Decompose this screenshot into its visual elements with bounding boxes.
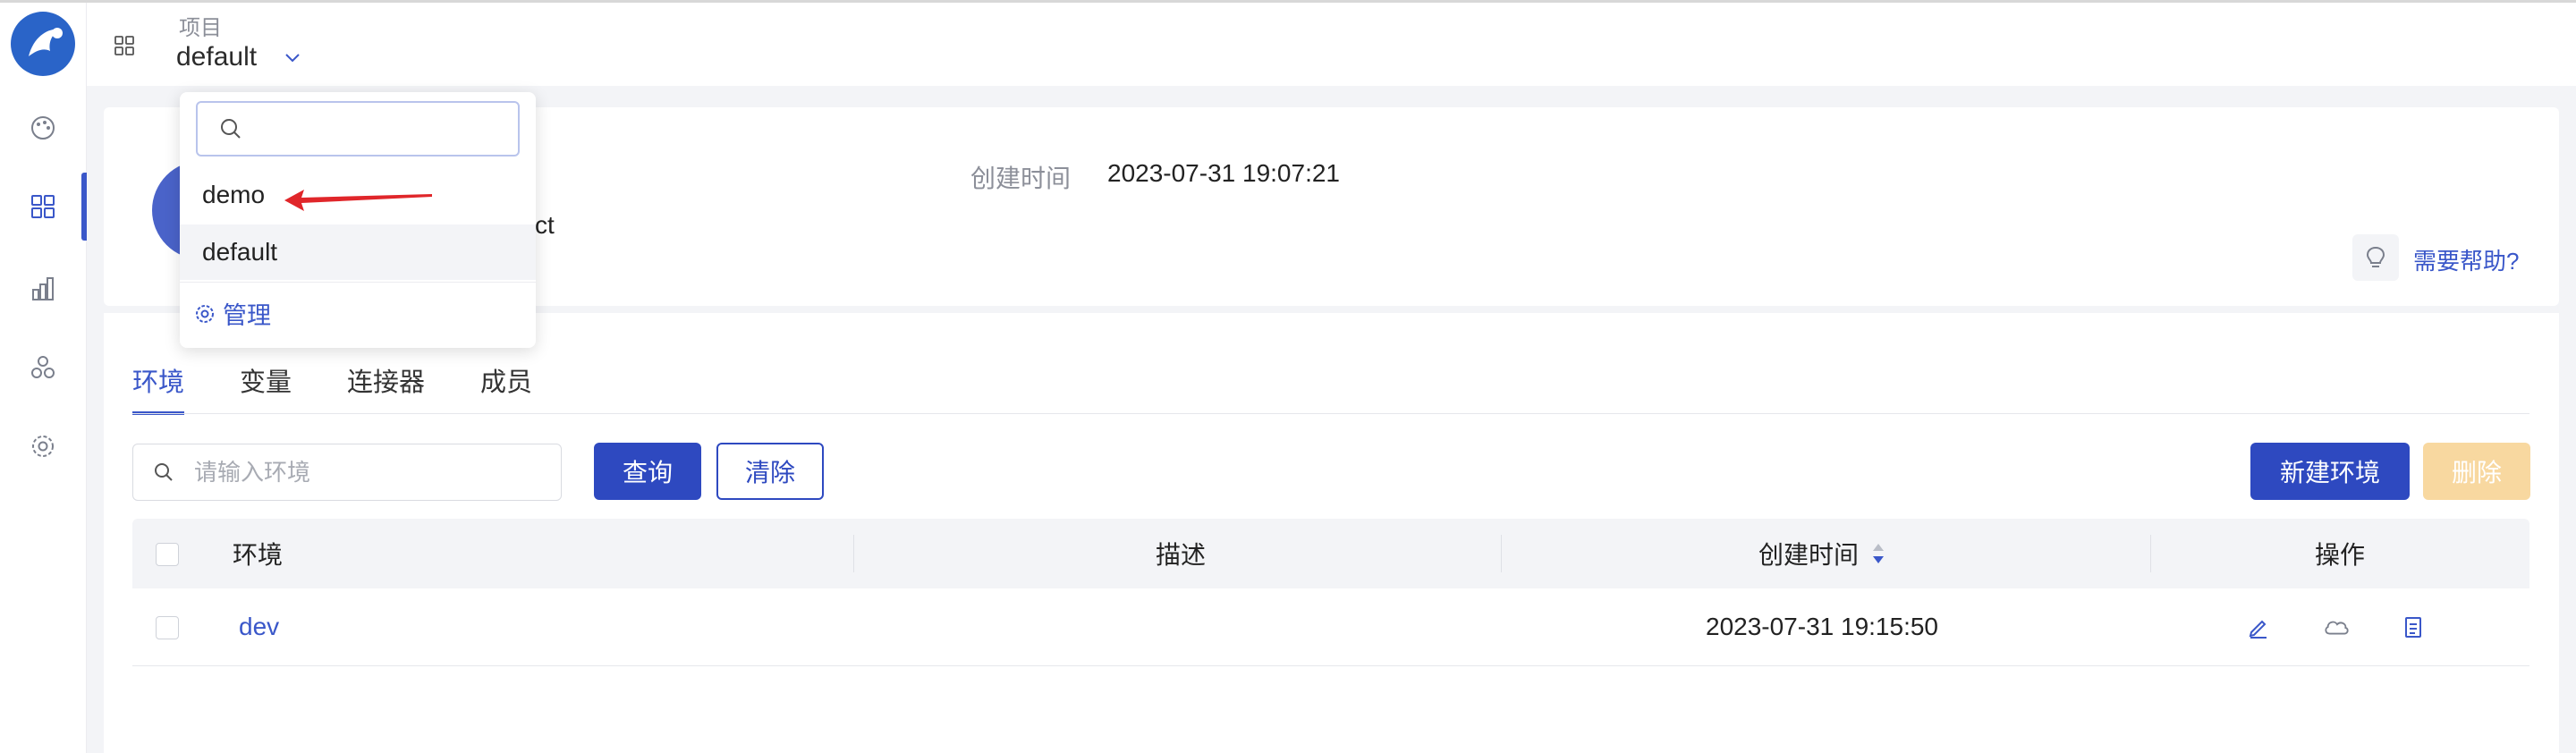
created-time-value: 2023-07-31 19:07:21 — [1107, 159, 1340, 187]
table-header: 环境 描述 创建时间 操作 — [132, 519, 2529, 588]
column-separator — [2150, 535, 2151, 572]
chevron-down-icon — [285, 54, 300, 63]
project-selector-value: default — [176, 42, 258, 72]
column-separator — [1501, 535, 1502, 572]
select-all-checkbox[interactable] — [156, 543, 179, 566]
new-environment-button[interactable]: 新建环境 — [2250, 443, 2410, 500]
column-header-created[interactable]: 创建时间 — [1758, 519, 1885, 588]
lightbulb-icon — [2366, 246, 2385, 267]
tab-bar: 环境 变量 连接器 成员 — [132, 361, 532, 415]
tab-variables[interactable]: 变量 — [240, 361, 292, 415]
delete-button[interactable]: 删除 — [2423, 443, 2530, 500]
app-logo[interactable] — [11, 12, 75, 76]
environment-search-input[interactable] — [192, 457, 554, 487]
tab-members[interactable]: 成员 — [480, 361, 532, 415]
tab-connectors[interactable]: 连接器 — [347, 361, 425, 415]
sidebar — [0, 3, 87, 753]
sidebar-item-dashboard[interactable] — [0, 94, 86, 162]
palette-icon — [31, 116, 55, 140]
query-button[interactable]: 查询 — [594, 443, 701, 500]
top-header: 项目 default — [87, 3, 2576, 86]
project-label: 项目 — [179, 16, 222, 40]
annotation-arrow-icon — [284, 190, 432, 211]
table-row: dev 2023-07-31 19:15:50 — [132, 588, 2529, 666]
created-time-label: 创建时间 — [970, 165, 1072, 192]
column-header-environment: 环境 — [233, 541, 284, 569]
environment-name-link[interactable]: dev — [239, 588, 279, 665]
sidebar-item-projects[interactable] — [0, 173, 87, 241]
search-icon — [221, 119, 241, 139]
sort-icon[interactable] — [1871, 542, 1885, 565]
cloud-icon[interactable] — [2323, 613, 2350, 640]
sidebar-item-settings[interactable] — [0, 412, 86, 480]
logo-mark-icon — [29, 28, 63, 56]
edit-icon[interactable] — [2245, 613, 2272, 640]
tab-environments[interactable]: 环境 — [132, 361, 185, 415]
dropdown-search-box[interactable] — [196, 101, 520, 157]
column-header-description: 描述 — [1156, 541, 1207, 569]
column-header-created-label: 创建时间 — [1758, 541, 1860, 569]
environment-created-time: 2023-07-31 19:15:50 — [1706, 613, 1938, 640]
apps-grid-icon[interactable] — [114, 35, 135, 56]
project-dropdown: demo default 管理 — [180, 92, 536, 348]
tabs-divider — [132, 413, 2529, 414]
bar-chart-icon — [32, 277, 54, 300]
help-link[interactable]: 需要帮助? — [2413, 243, 2519, 276]
clear-button[interactable]: 清除 — [716, 443, 824, 500]
search-icon — [155, 463, 173, 481]
environment-search-box[interactable] — [132, 444, 562, 501]
row-checkbox[interactable] — [156, 616, 179, 639]
column-separator — [853, 535, 854, 572]
gear-icon — [196, 304, 214, 323]
help-button[interactable] — [2352, 234, 2399, 281]
project-selector[interactable]: default — [176, 42, 301, 72]
sidebar-item-analytics[interactable] — [0, 255, 86, 323]
gear-icon — [32, 436, 54, 457]
dropdown-divider — [180, 282, 536, 283]
triad-icon — [31, 356, 55, 378]
manage-projects-link[interactable]: 管理 — [194, 296, 271, 331]
manage-projects-label: 管理 — [223, 302, 271, 329]
dropdown-search-input[interactable] — [251, 114, 514, 144]
sidebar-item-integrations[interactable] — [0, 334, 86, 402]
dropdown-option-default[interactable]: default — [180, 224, 536, 280]
grid-icon — [31, 195, 55, 218]
project-description: ct — [535, 211, 555, 239]
document-icon[interactable] — [2400, 613, 2427, 640]
column-header-actions: 操作 — [2315, 541, 2366, 569]
